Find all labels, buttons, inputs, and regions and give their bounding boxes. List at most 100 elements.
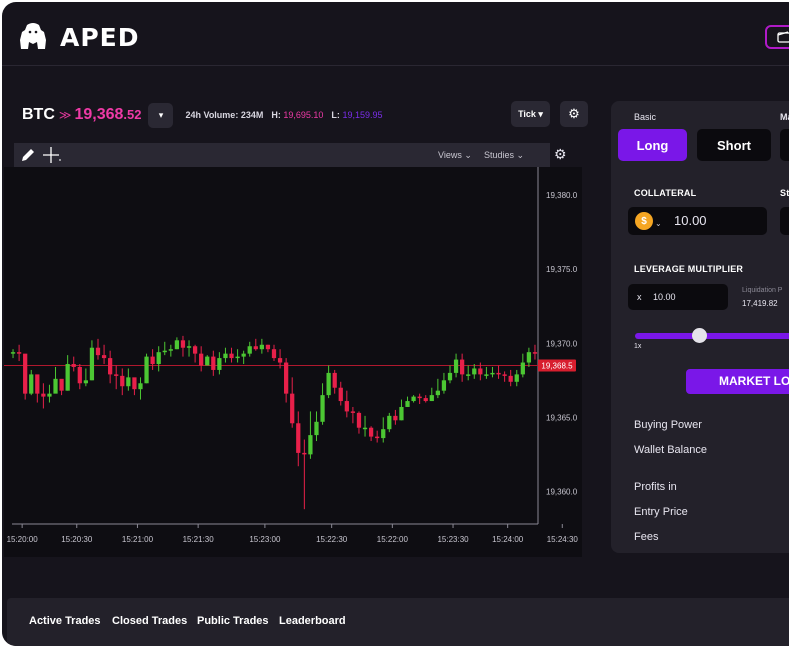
- candle-body: [168, 349, 173, 351]
- liquidation-value: 17,419.82: [742, 299, 778, 308]
- high-stat: H: 19,695.10: [271, 110, 324, 120]
- candle-body: [338, 387, 343, 402]
- leverage-input[interactable]: x 10.00: [628, 284, 728, 310]
- candle-body: [399, 406, 404, 421]
- x-tick-label: 15:21:30: [183, 535, 215, 544]
- leverage-label: LEVERAGE MULTIPLIER: [634, 264, 744, 274]
- symbol-dropdown-button[interactable]: ▾: [148, 102, 174, 128]
- candle-body: [162, 350, 167, 353]
- candle-body: [150, 356, 155, 365]
- candle-body: [423, 398, 428, 402]
- candle-body: [320, 395, 325, 422]
- candle-body: [259, 344, 264, 350]
- tab-basic[interactable]: Basic: [634, 112, 656, 122]
- tab-leaderboard[interactable]: Leaderboard: [279, 615, 346, 627]
- gear-icon: ⚙: [568, 106, 580, 121]
- candle-body: [478, 368, 483, 375]
- tab-active-trades[interactable]: Active Trades: [29, 615, 101, 627]
- candle-body: [460, 359, 465, 375]
- x-tick-label: 15:20:00: [7, 535, 39, 544]
- top-bar: APED: [2, 2, 789, 66]
- secondary-input[interactable]: [780, 207, 789, 235]
- candle-body: [526, 352, 532, 363]
- candle-body: [241, 353, 246, 357]
- candle-body: [375, 436, 380, 439]
- studies-menu[interactable]: Studies ⌄: [484, 150, 524, 161]
- candle-body: [296, 423, 301, 453]
- tab-closed-trades[interactable]: Closed Trades: [112, 615, 187, 627]
- slider-min-label: 1x: [634, 343, 642, 350]
- candle-body: [502, 374, 507, 376]
- candle-body: [490, 372, 495, 375]
- wallet-icon: [777, 31, 789, 43]
- fees-label: Fees: [634, 531, 659, 543]
- candle-body: [484, 374, 489, 376]
- crosshair-icon[interactable]: [43, 146, 63, 164]
- candle-body: [308, 435, 313, 455]
- wallet-button[interactable]: [765, 25, 789, 49]
- collateral-input[interactable]: $ ⌄ 10.00: [628, 207, 767, 235]
- candle-body: [132, 377, 137, 390]
- ticker-symbol: BTC: [22, 106, 55, 123]
- candle-body: [29, 374, 34, 394]
- chart-toolbar: Views ⌄ Studies ⌄ ⚙: [14, 143, 567, 167]
- y-tick-label: 19,365.0: [546, 413, 578, 422]
- chart-gear-icon[interactable]: ⚙: [554, 146, 567, 163]
- candle-body: [53, 378, 58, 394]
- candle-body: [89, 347, 95, 381]
- market-order-button[interactable]: MARKET LONG: [686, 369, 789, 394]
- ticker-price: 19,368.52: [74, 106, 142, 123]
- candle-body: [302, 452, 307, 455]
- candle-body: [284, 362, 289, 394]
- candle-body: [393, 415, 398, 421]
- candle-body: [520, 362, 525, 375]
- price-chart[interactable]: 19,380.0 19,375.0 19,370.0 19,365.0 19,360.0…: [4, 167, 582, 557]
- candle-body: [138, 383, 143, 390]
- candle-body: [253, 346, 258, 350]
- double-chevron-down-icon: ≫: [58, 108, 72, 122]
- candle-body: [16, 352, 22, 354]
- pencil-icon[interactable]: [20, 147, 36, 163]
- candle-body: [108, 358, 113, 375]
- y-tick-label: 19,375.0: [546, 265, 578, 274]
- candle-body: [235, 356, 240, 359]
- views-menu[interactable]: Views ⌄: [438, 150, 472, 161]
- candle-body: [223, 353, 228, 359]
- candle-body: [447, 372, 453, 381]
- candle-body: [429, 395, 434, 402]
- candle-body: [265, 344, 271, 350]
- candle-body: [466, 374, 471, 376]
- leverage-value[interactable]: 10.00: [653, 292, 676, 302]
- collateral-value[interactable]: 10.00: [674, 213, 707, 228]
- brand-logo[interactable]: APED: [18, 22, 140, 52]
- candle-body: [368, 427, 374, 437]
- candle-body: [41, 393, 46, 397]
- chart-settings-button[interactable]: ⚙: [560, 101, 588, 127]
- leverage-slider[interactable]: [635, 333, 789, 339]
- candle-body: [10, 352, 16, 354]
- x-tick-label: 15:24:30: [547, 535, 579, 544]
- candle-body: [156, 352, 161, 365]
- candle-body: [277, 358, 283, 363]
- candle-body: [83, 380, 88, 384]
- tab-public-trades[interactable]: Public Trades: [197, 615, 269, 627]
- usdc-coin-icon[interactable]: $: [635, 212, 653, 230]
- candle-body: [77, 366, 82, 384]
- candle-body: [229, 353, 234, 359]
- low-stat: L: 19,159.95: [331, 110, 383, 120]
- buying-power-label: Buying Power: [634, 419, 702, 431]
- third-option-button[interactable]: [780, 129, 789, 161]
- leverage-slider-thumb[interactable]: [692, 328, 707, 343]
- chevron-down-icon: ▾: [158, 109, 164, 120]
- long-button[interactable]: Long: [618, 129, 687, 161]
- chevron-down-icon[interactable]: ⌄: [655, 219, 662, 228]
- brand-name: APED: [60, 22, 140, 52]
- short-button[interactable]: Short: [697, 129, 771, 161]
- candle-body: [435, 390, 440, 396]
- x-tick-label: 15:22:30: [316, 535, 348, 544]
- tick-dropdown-button[interactable]: Tick ▾: [511, 101, 550, 127]
- candle-body: [514, 374, 519, 382]
- tab-market[interactable]: Ma: [780, 112, 789, 122]
- candle-body: [217, 358, 222, 370]
- candle-body: [144, 356, 149, 384]
